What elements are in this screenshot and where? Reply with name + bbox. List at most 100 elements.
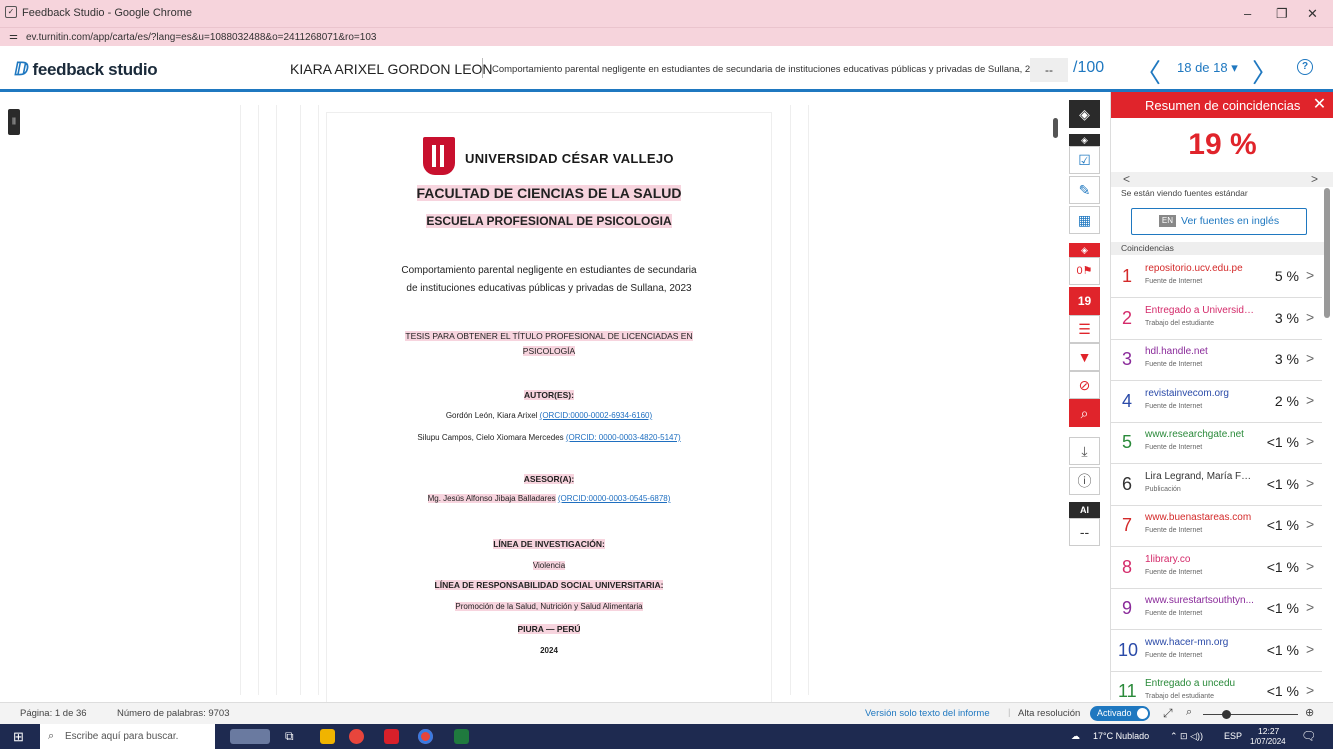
match-row[interactable]: 6 Lira Legrand, María Fe. ... Publicación <…: [1111, 465, 1322, 506]
feedback-studio-logo[interactable]: ⅅfeedback studio: [14, 59, 158, 80]
match-row[interactable]: 2 Entregado a Universida... Trabajo del es…: [1111, 299, 1322, 340]
match-row[interactable]: 7 www.buenastareas.com Fuente de Internet <…: [1111, 506, 1322, 547]
previous-paper-button[interactable]: 〈: [1135, 53, 1161, 90]
download-button[interactable]: ⤓: [1069, 437, 1100, 465]
chevron-right-icon[interactable]: >: [1306, 475, 1314, 491]
match-source[interactable]: www.hacer-mn.org: [1145, 637, 1255, 648]
chevron-right-icon[interactable]: >: [1306, 599, 1314, 615]
close-window-button[interactable]: ✕: [1307, 6, 1318, 22]
side-panel-toggle[interactable]: ||: [8, 109, 20, 135]
zoom-in-icon[interactable]: ⊕: [1305, 706, 1314, 719]
turnitin-logo-icon: ⅅ: [14, 59, 29, 79]
match-row[interactable]: 5 www.researchgate.net Fuente de Internet <…: [1111, 423, 1322, 464]
site-info-icon[interactable]: ⚌: [9, 31, 18, 42]
help-icon[interactable]: ?: [1297, 59, 1313, 75]
author2-orcid-link[interactable]: (ORCID: 0000-0003-4820-5147): [566, 433, 681, 442]
text-only-report-link[interactable]: Versión solo texto del informe: [865, 708, 990, 719]
ai-label: AI: [1069, 502, 1100, 518]
match-source[interactable]: 1library.co: [1145, 554, 1255, 565]
layers-button[interactable]: ◈: [1069, 100, 1100, 128]
exclude-button[interactable]: ⊘: [1069, 371, 1100, 399]
match-number: 8: [1121, 556, 1132, 577]
weather-icon: ☁: [1071, 731, 1080, 741]
paper-pager-dropdown[interactable]: 18 de 18 ▾: [1177, 60, 1238, 76]
file-explorer-icon[interactable]: [320, 729, 335, 744]
notifications-icon[interactable]: 🗨: [1301, 729, 1316, 743]
restore-button[interactable]: ❐: [1276, 6, 1288, 22]
flags-button[interactable]: 0⚑: [1069, 257, 1100, 285]
news-widget-icon[interactable]: [230, 729, 270, 744]
address-bar[interactable]: ⚌ ev.turnitin.com/app/carta/es/?lang=es&…: [0, 27, 1333, 46]
author1-orcid-link[interactable]: (ORCID:0000-0002-6934-6160): [540, 411, 653, 420]
english-sources-button[interactable]: EN Ver fuentes en inglés: [1131, 208, 1307, 235]
zoom-slider[interactable]: [1203, 714, 1298, 715]
chevron-right-icon[interactable]: >: [1306, 558, 1314, 574]
panel-scrollbar[interactable]: [1324, 188, 1330, 318]
match-percentage: <1 %: [1266, 683, 1299, 699]
windows-start-icon[interactable]: ⊞: [13, 729, 24, 745]
excel-icon[interactable]: [454, 729, 469, 744]
clock-time[interactable]: 12:27: [1258, 726, 1279, 736]
match-source[interactable]: www.researchgate.net: [1145, 429, 1255, 440]
rubric-grid-button[interactable]: ▦: [1069, 206, 1100, 234]
chevron-right-icon[interactable]: >: [1306, 309, 1314, 325]
chevron-right-icon[interactable]: >: [1306, 682, 1314, 698]
feedback-edit-button[interactable]: ✎: [1069, 176, 1100, 204]
task-view-icon[interactable]: ⧉: [285, 729, 294, 744]
match-overview-button[interactable]: ☰: [1069, 315, 1100, 343]
match-row[interactable]: 8 1library.co Fuente de Internet <1 % >: [1111, 548, 1322, 589]
match-source[interactable]: www.buenastareas.com: [1145, 512, 1255, 523]
match-row[interactable]: 9 www.surestartsouthtyn... Fuente de Inter…: [1111, 589, 1322, 630]
clock-date[interactable]: 1/07/2024: [1250, 737, 1286, 746]
rubric-check-button[interactable]: ☑: [1069, 146, 1100, 174]
chevron-right-icon[interactable]: >: [1306, 350, 1314, 366]
similarity-score-button[interactable]: 19: [1069, 287, 1100, 315]
next-paper-button[interactable]: 〉: [1252, 53, 1278, 90]
match-source[interactable]: revistainvecom.org: [1145, 388, 1255, 399]
panel-next-button[interactable]: >: [1311, 172, 1318, 186]
match-row[interactable]: 1 repositorio.ucv.edu.pe Fuente de Interne…: [1111, 257, 1322, 298]
match-source[interactable]: repositorio.ucv.edu.pe: [1145, 263, 1255, 274]
high-resolution-toggle[interactable]: Activado: [1090, 706, 1150, 721]
match-source[interactable]: Entregado a uncedu: [1145, 678, 1255, 689]
grade-input[interactable]: --: [1030, 58, 1068, 82]
chrome-active-icon[interactable]: [418, 729, 433, 744]
viewer-scrollbar[interactable]: [1053, 118, 1058, 138]
advisor-label: ASESOR(A):: [523, 474, 575, 484]
similarity-layer-header[interactable]: ◈: [1069, 243, 1100, 257]
url-text[interactable]: ev.turnitin.com/app/carta/es/?lang=es&u=…: [26, 32, 376, 43]
match-row[interactable]: 10 www.hacer-mn.org Fuente de Internet <1 %…: [1111, 631, 1322, 672]
ai-score-button[interactable]: --: [1069, 518, 1100, 546]
panel-prev-button[interactable]: <: [1123, 172, 1130, 186]
minimize-button[interactable]: –: [1244, 6, 1251, 21]
close-panel-button[interactable]: ✕: [1305, 92, 1333, 118]
input-language[interactable]: ESP: [1224, 731, 1242, 741]
weather-text[interactable]: 17°C Nublado: [1093, 731, 1149, 741]
fullscreen-icon[interactable]: ⤢: [1163, 706, 1173, 721]
acrobat-icon[interactable]: [384, 729, 399, 744]
overall-similarity: 19 %: [1188, 128, 1257, 161]
chevron-right-icon[interactable]: >: [1306, 433, 1314, 449]
advisor-orcid-link[interactable]: (ORCID:0000-0003-0545-6878): [558, 494, 671, 503]
taskbar-search-input[interactable]: ⌕ Escribe aquí para buscar.: [40, 724, 215, 749]
filter-button[interactable]: ▼: [1069, 343, 1100, 371]
taskbar-search-placeholder: Escribe aquí para buscar.: [65, 731, 179, 742]
match-row[interactable]: 3 hdl.handle.net Fuente de Internet 3 % >: [1111, 340, 1322, 381]
zoom-out-icon[interactable]: ⌕: [1186, 706, 1192, 719]
chevron-right-icon[interactable]: >: [1306, 516, 1314, 532]
match-source[interactable]: hdl.handle.net: [1145, 346, 1255, 357]
match-source[interactable]: Lira Legrand, María Fe. ...: [1145, 471, 1255, 482]
match-source[interactable]: www.surestartsouthtyn...: [1145, 595, 1255, 606]
chevron-right-icon[interactable]: >: [1306, 267, 1314, 283]
match-source[interactable]: Entregado a Universida...: [1145, 305, 1255, 316]
chevron-right-icon[interactable]: >: [1306, 641, 1314, 657]
zoom-slider-handle[interactable]: [1222, 710, 1231, 719]
grading-layer-header[interactable]: ◈: [1069, 134, 1100, 146]
tray-icons[interactable]: ⌃ ⊡ ◁)): [1170, 731, 1203, 742]
document-viewer[interactable]: || UNIVERSIDAD CÉSAR VALLEJO FACULTAD DE…: [0, 95, 1110, 703]
info-button[interactable]: ⓘ: [1069, 467, 1100, 495]
source-search-button[interactable]: ⌕: [1069, 399, 1100, 427]
match-row[interactable]: 4 revistainvecom.org Fuente de Internet 2 %…: [1111, 382, 1322, 423]
chrome-icon[interactable]: [349, 729, 364, 744]
chevron-right-icon[interactable]: >: [1306, 392, 1314, 408]
